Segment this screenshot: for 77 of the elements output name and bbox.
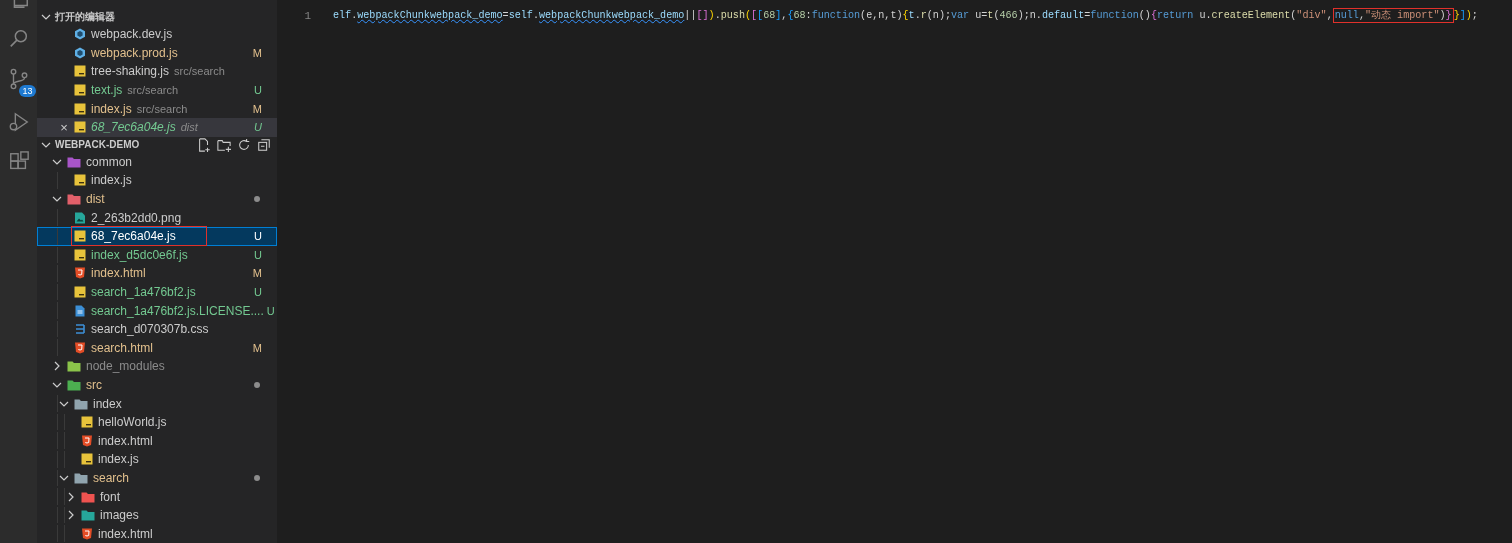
folder-name: index: [93, 396, 122, 411]
file-name: index.html: [98, 526, 153, 541]
file-item[interactable]: index.js: [37, 171, 277, 190]
file-item[interactable]: search_d070307b.css: [37, 319, 277, 339]
folder-item[interactable]: index: [37, 394, 277, 413]
file-item[interactable]: index.html: [37, 524, 277, 543]
open-editor-item[interactable]: tree-shaking.js src/search: [37, 62, 277, 81]
file-item[interactable]: index.js: [37, 450, 277, 469]
file-name: 68_7ec6a04e.js: [91, 229, 176, 244]
file-path: src/search: [174, 65, 225, 78]
folder-name: node_modules: [86, 359, 165, 374]
git-status: M: [252, 267, 262, 280]
folder-item[interactable]: src: [37, 375, 277, 395]
count-badge: 13: [19, 85, 36, 97]
open-editor-item[interactable]: webpack.prod.js M: [37, 43, 277, 63]
file-item[interactable]: 2_263b2dd0.png: [37, 208, 277, 227]
file-name: index.js: [98, 452, 139, 467]
file-name: search.html: [91, 340, 154, 355]
git-status: U: [254, 230, 262, 243]
line-number: 1: [303, 9, 311, 24]
file-name: index.js: [91, 173, 132, 188]
file-name: helloWorld.js: [98, 415, 167, 430]
folder-item[interactable]: dist: [37, 189, 277, 209]
folder-name: font: [100, 489, 120, 504]
folder-name: src: [86, 377, 102, 392]
git-status: U: [266, 304, 275, 317]
open-editor-item[interactable]: webpack.dev.js: [37, 25, 277, 44]
git-status: M: [252, 341, 262, 354]
folder-item[interactable]: search: [37, 468, 277, 488]
section-header[interactable]: WEBPACK-DEMO: [37, 136, 277, 153]
folder-name: images: [100, 508, 139, 523]
folder-name: common: [86, 154, 132, 169]
file-name: search_1a476bf2.js: [91, 285, 196, 299]
file-name: search_1a476bf2.js.LICENSE....: [91, 303, 264, 318]
file-name: 68_7ec6a04e.js: [91, 120, 176, 135]
file-name: search_d070307b.css: [91, 322, 209, 337]
close-icon[interactable]: ×: [58, 119, 70, 135]
open-editor-item[interactable]: text.js src/search U: [37, 80, 277, 100]
file-item[interactable]: 68_7ec6a04e.js U: [37, 226, 277, 246]
file-path: dist: [180, 121, 198, 134]
code-line: elf.webpackChunkwebpack_demo=self.webpackChunkwebpack_demo||[]).push([[68],{68:function(e,n,t){t.r(n);var u=t(466);n.default=function(){return u.createElement("div", null,"动态 import")} }]);: [333, 8, 1478, 24]
section-title: WEBPACK-DEMO: [55, 139, 140, 151]
open-editor-item[interactable]: × 68_7ec6a04e.js dist U: [37, 117, 277, 137]
git-status: M: [252, 46, 262, 59]
section-title: 打开的编辑器: [55, 10, 115, 24]
file-name: text.js: [91, 83, 123, 98]
open-editor-item[interactable]: index.js src/search M: [37, 99, 277, 118]
section-header[interactable]: 打开的编辑器: [37, 9, 277, 25]
folder-item[interactable]: common: [37, 152, 277, 172]
file-name: 2_263b2dd0.png: [91, 210, 182, 225]
file-path: src/search: [127, 84, 179, 97]
highlight-box: null,"动态 import")}: [1332, 8, 1454, 23]
file-item[interactable]: index_d5dc0e6f.js U: [37, 245, 277, 265]
git-status: U: [254, 248, 262, 261]
folder-item[interactable]: font: [37, 487, 277, 506]
file-item[interactable]: helloWorld.js: [37, 412, 277, 432]
file-name: webpack.dev.js: [91, 27, 173, 42]
git-status: M: [252, 102, 262, 115]
file-name: index_d5dc0e6f.js: [91, 247, 188, 262]
file-item[interactable]: search.html M: [37, 338, 277, 358]
git-status: U: [254, 84, 262, 97]
file-path: src/search: [136, 102, 188, 115]
git-status: U: [254, 286, 262, 298]
file-name: webpack.prod.js: [91, 45, 178, 60]
file-name: index.html: [98, 433, 153, 448]
file-item[interactable]: search_1a476bf2.js.LICENSE.... U: [37, 301, 277, 320]
folder-name: dist: [86, 192, 105, 206]
file-name: tree-shaking.js: [91, 64, 170, 79]
file-item[interactable]: index.html: [37, 431, 277, 451]
folder-item[interactable]: node_modules: [37, 357, 277, 376]
folder-item[interactable]: images: [37, 505, 277, 525]
git-status: U: [254, 121, 262, 134]
folder-name: search: [93, 470, 130, 485]
file-name: index.html: [91, 266, 146, 281]
file-item[interactable]: index.html M: [37, 264, 277, 283]
file-item[interactable]: search_1a476bf2.js U: [37, 282, 277, 302]
file-name: index.js: [91, 101, 132, 116]
